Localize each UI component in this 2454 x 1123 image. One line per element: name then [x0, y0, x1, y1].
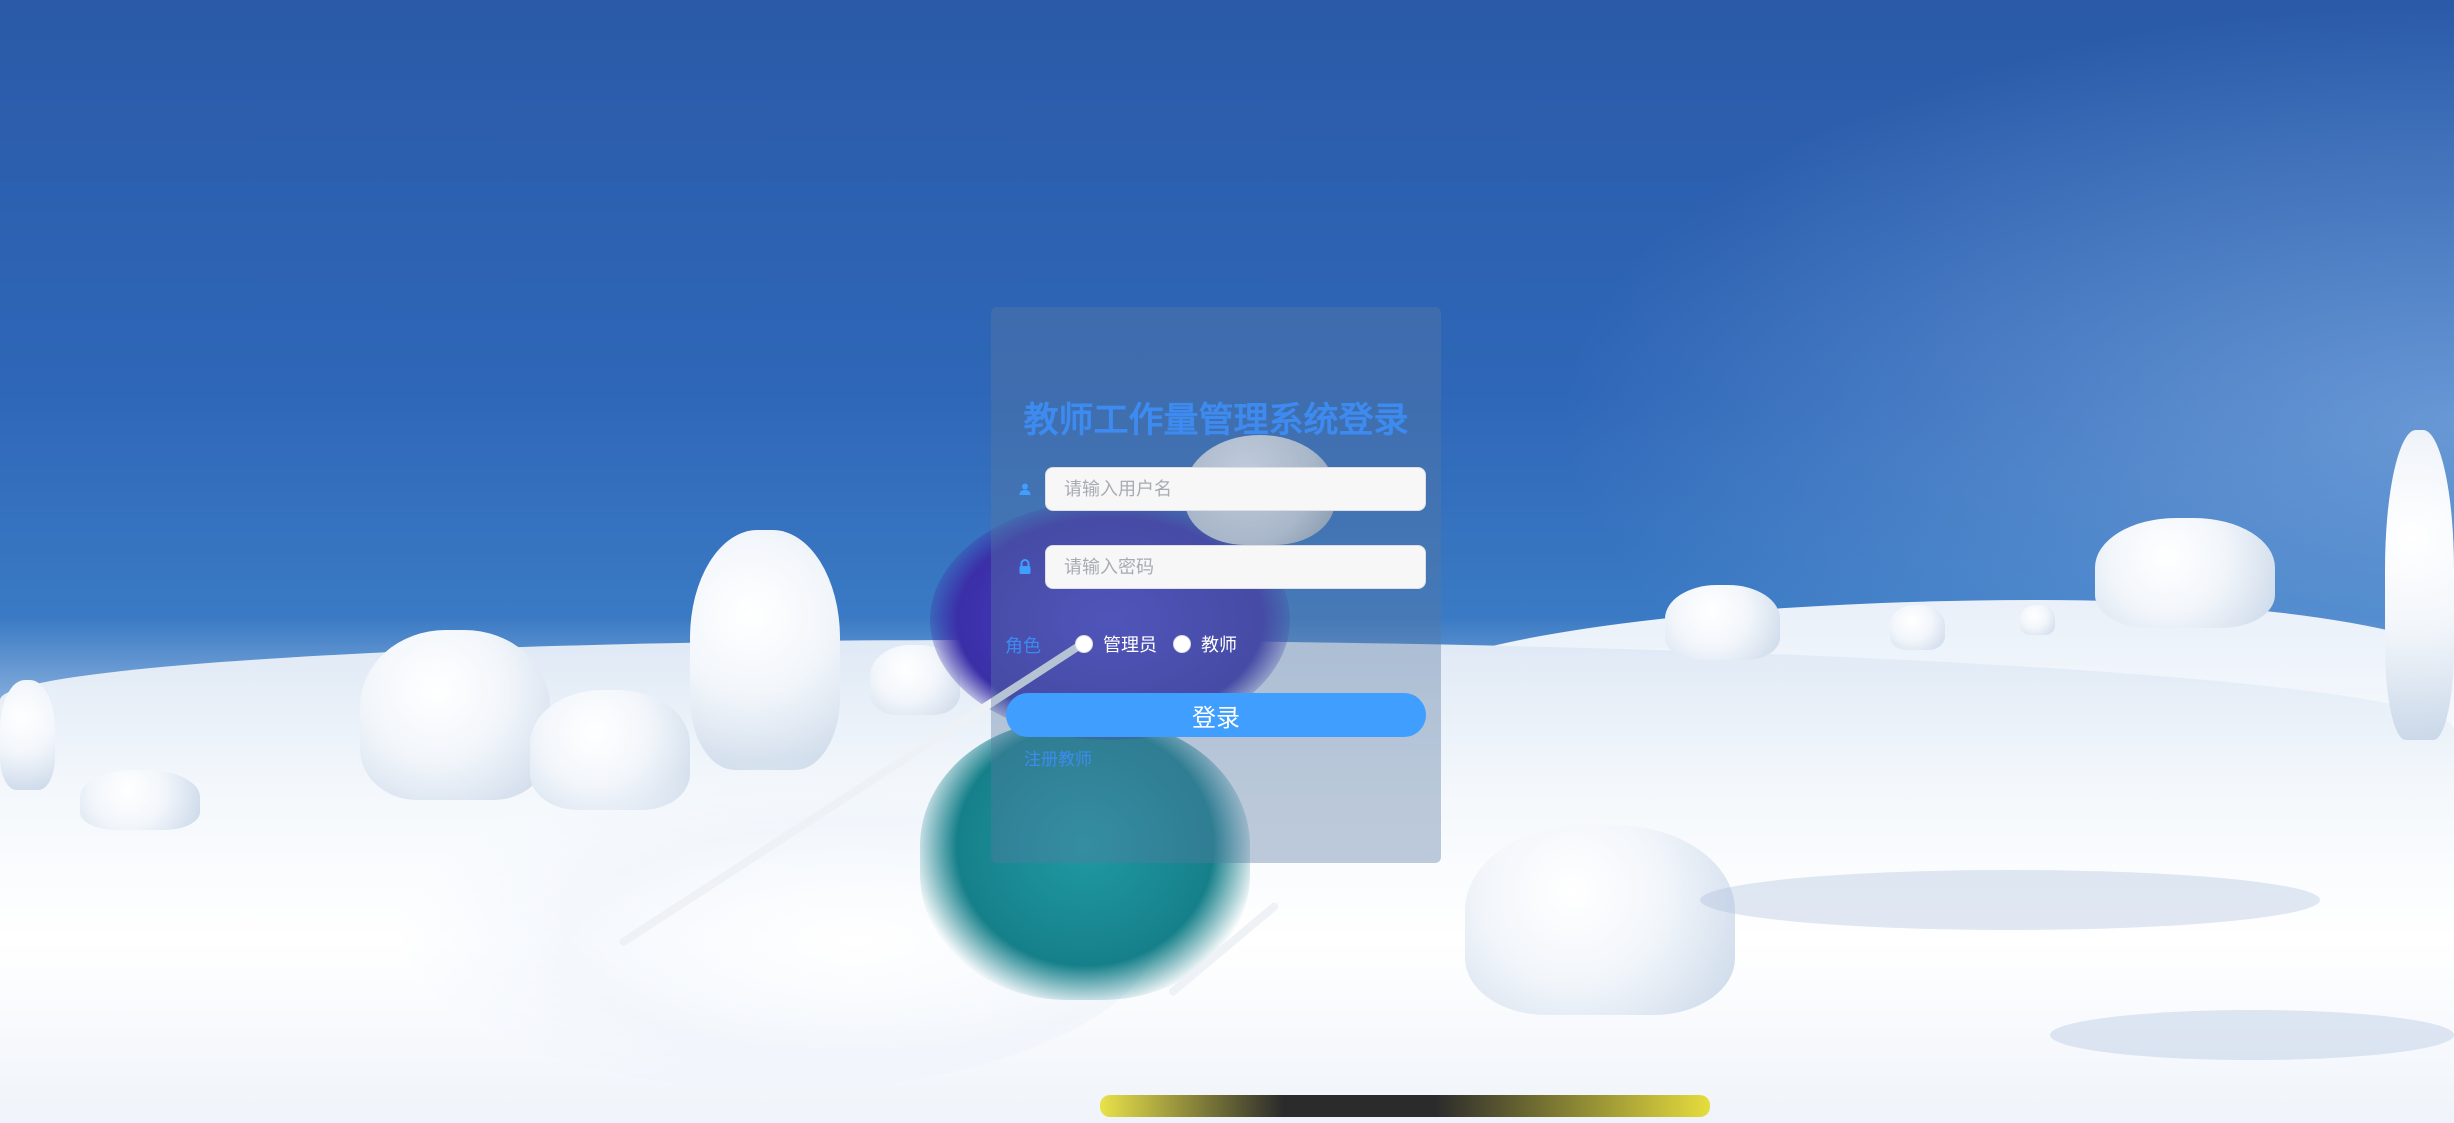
radio-circle-icon[interactable] — [1173, 635, 1191, 653]
login-title: 教师工作量管理系统登录 — [1023, 401, 1409, 441]
role-label: 角色 — [1005, 636, 1041, 657]
radio-circle-icon[interactable] — [1075, 635, 1093, 653]
register-teacher-link[interactable]: 注册教师 — [1024, 745, 1092, 770]
ski — [1100, 1095, 1710, 1117]
snow-shadow — [1700, 870, 2320, 930]
snow-tree — [1665, 585, 1780, 660]
snow-tree — [2095, 518, 2275, 628]
username-input[interactable] — [1045, 467, 1426, 511]
snow-tree — [2020, 605, 2055, 635]
snow-tree — [690, 530, 840, 770]
user-icon — [1015, 479, 1035, 499]
role-selector: 角色 管理员 教师 — [1005, 630, 1425, 658]
password-input[interactable] — [1045, 545, 1426, 589]
password-row — [1015, 545, 1426, 589]
snow-tree — [1890, 605, 1945, 650]
snow-tree — [0, 680, 55, 790]
role-radio-admin[interactable]: 管理员 — [1075, 630, 1157, 658]
role-option-label: 教师 — [1201, 635, 1237, 656]
snow-tree — [2385, 430, 2454, 740]
lock-icon — [1015, 557, 1035, 577]
snow-tree — [360, 630, 550, 800]
role-option-label: 管理员 — [1103, 635, 1157, 656]
snow-shadow — [2050, 1010, 2454, 1060]
username-row — [1015, 467, 1426, 511]
snow-tree — [1465, 825, 1735, 1015]
login-button[interactable]: 登录 — [1006, 693, 1426, 737]
role-radio-teacher[interactable]: 教师 — [1173, 630, 1237, 658]
snow-tree — [80, 770, 200, 830]
